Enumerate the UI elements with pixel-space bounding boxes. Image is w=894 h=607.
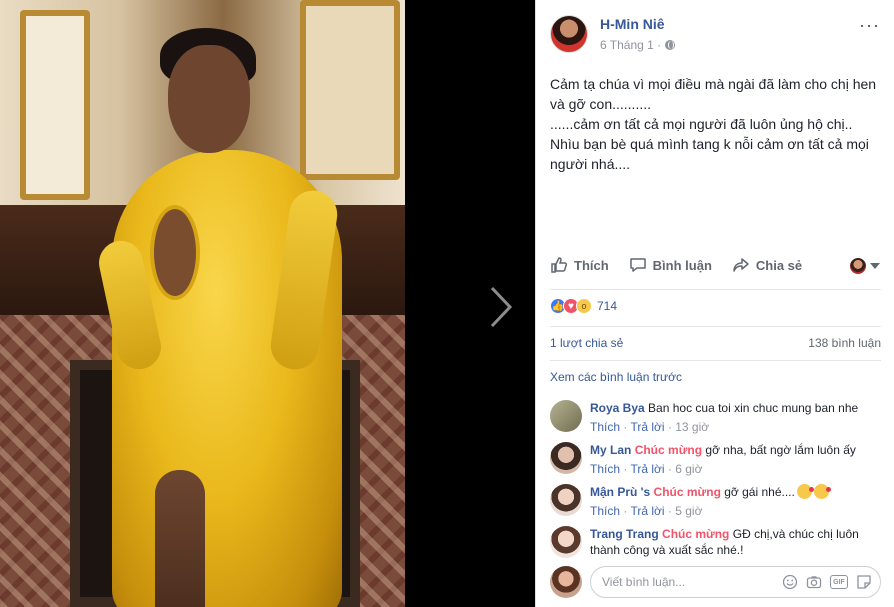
reactions-summary[interactable]: 👍 ♥ o 714 [550,298,617,314]
comment-composer: GIF [550,566,881,598]
commenter-name[interactable]: My Lan [590,443,631,457]
avatar [850,258,866,274]
post-text: Cảm tạ chúa vì mọi điều mà ngài đã làm c… [550,76,877,172]
comment-reply-link[interactable]: Trả lời [630,504,664,518]
sticker-icon[interactable] [856,574,872,590]
photo-area [0,0,535,607]
comment-text: GĐ chị,và chúc chị luôn [732,527,859,541]
post-actions: Thích Bình luận Chia sẻ [550,256,880,274]
post-date[interactable]: 6 Tháng 1 · [600,36,661,54]
divider [550,360,881,361]
comment-reply-link[interactable]: Trả lời [630,462,664,476]
comment-reply-link[interactable]: Trả lời [630,420,664,434]
commenter-avatar[interactable] [550,442,582,474]
audience-selector[interactable] [850,258,880,274]
commenter-avatar[interactable] [550,400,582,432]
caret-down-icon [870,263,880,269]
commenter-name[interactable]: Mận Prù 's [590,485,650,499]
commenter-name[interactable]: Roya Bya [590,401,645,415]
comments-count[interactable]: 138 bình luận [808,336,881,350]
comment-time[interactable]: 5 giờ [675,504,702,518]
comment-item: Roya Bya Ban hoc cua toi xin chuc mung b… [550,400,881,435]
comment-like-link[interactable]: Thích [590,462,620,476]
comment-like-link[interactable]: Thích [590,504,620,518]
comment-input-box[interactable]: GIF [590,566,881,598]
comment-item: My Lan Chúc mừng gỡ nha, bất ngờ lắm luô… [550,442,881,477]
share-icon [733,258,749,272]
comment-time[interactable]: 6 giờ [675,462,702,476]
shares-row: 1 lượt chia sẻ 138 bình luận [550,336,881,350]
share-button[interactable]: Chia sẻ [732,256,802,274]
comment-item: Trang Trang Chúc mừng GĐ chị,và chúc chị… [550,526,881,558]
divider [550,289,881,290]
comment-like-link[interactable]: Thích [590,420,620,434]
author-name[interactable]: H-Min Niê [600,15,675,33]
comment-tag[interactable]: Chúc mừng [635,443,702,457]
gif-icon[interactable]: GIF [830,575,848,589]
kiss-emoji-icon [813,484,831,499]
commenter-avatar[interactable] [550,484,582,516]
comment-input[interactable] [602,575,782,589]
comment-text: Ban hoc cua toi xin chuc mung ban nhe [648,401,859,415]
commenter-name[interactable]: Trang Trang [590,527,659,541]
divider [550,326,881,327]
post-panel: H-Min Niê 6 Tháng 1 · ··· Cảm tạ chúa vì… [535,0,894,607]
author-avatar[interactable] [550,15,588,53]
post-header: H-Min Niê 6 Tháng 1 · [550,15,676,54]
globe-icon [665,40,676,50]
post-photo[interactable] [0,0,405,607]
comment-tag[interactable]: Chúc mừng [654,485,721,499]
like-icon [551,257,568,273]
comment-text-continued: thành công và xuất sắc nhé.! [590,543,744,557]
comment-button[interactable]: Bình luận [629,256,712,274]
chevron-right-icon[interactable] [484,282,518,332]
emoji-icon[interactable] [782,574,798,590]
comment-icon [629,258,646,272]
view-previous-comments-link[interactable]: Xem các bình luận trước [550,370,682,384]
comment-item: Mận Prù 's Chúc mừng gỡ gái nhé.... Thíc… [550,484,881,519]
reactions-count[interactable]: 714 [597,299,617,313]
comment-text: gỡ nha, bất ngờ lắm luôn ấy [705,443,856,457]
camera-icon[interactable] [806,574,822,590]
like-button[interactable]: Thích [550,256,609,274]
wow-reaction-icon: o [576,298,592,314]
current-user-avatar [550,566,582,598]
kiss-emoji-icon [796,484,814,499]
comment-text: gỡ gái nhé.... [724,485,795,499]
comment-time[interactable]: 13 giờ [675,420,709,434]
comment-tag[interactable]: Chúc mừng [662,527,729,541]
post-meta: 6 Tháng 1 · [600,36,676,54]
more-icon[interactable]: ··· [859,16,880,34]
shares-link[interactable]: 1 lượt chia sẻ [550,336,623,350]
commenter-avatar[interactable] [550,526,582,558]
photo-viewer: H-Min Niê 6 Tháng 1 · ··· Cảm tạ chúa vì… [0,0,894,607]
